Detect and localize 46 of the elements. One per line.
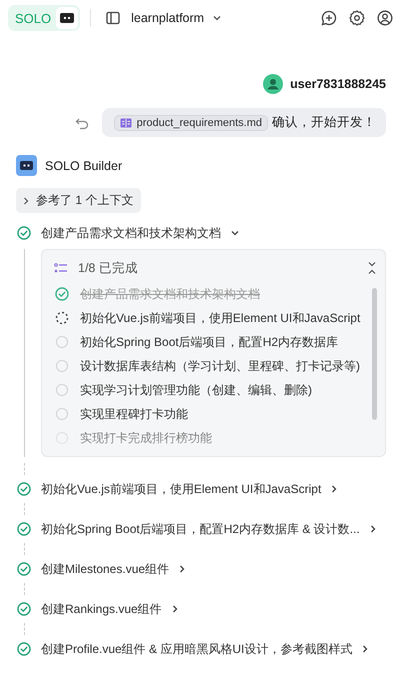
todo-item: 设计数据库表结构（学习计划、里程碑、打卡记录等)	[80, 358, 360, 374]
todo-item: 实现里程碑打卡功能	[80, 406, 188, 422]
chevron-right-icon	[22, 196, 30, 206]
settings-icon[interactable]	[348, 9, 366, 27]
document-icon	[120, 118, 132, 128]
chevron-down-icon	[212, 14, 222, 22]
todo-item: 初始化Vue.js前端项目，使用Element UI和JavaScript	[80, 310, 360, 326]
check-circle-icon	[16, 225, 32, 241]
robot-logo-icon	[16, 155, 37, 176]
check-circle-icon	[16, 481, 32, 497]
collapse-icon[interactable]	[367, 261, 377, 275]
step-title[interactable]: 创建Profile.vue组件 & 应用暗黑风格UI设计，参考截图样式	[41, 640, 352, 658]
robot-icon	[59, 12, 76, 24]
step-title[interactable]: 创建Milestones.vue组件	[41, 560, 170, 578]
empty-circle-icon	[54, 406, 70, 422]
avatar-icon	[263, 74, 284, 94]
step-title[interactable]: 创建产品需求文档和技术架构文档	[41, 224, 221, 242]
step-title[interactable]: 初始化Vue.js前端项目，使用Element UI和JavaScript	[41, 480, 322, 498]
check-circle-icon	[16, 521, 32, 537]
empty-circle-icon	[54, 382, 70, 398]
context-toggle[interactable]: 参考了 1 个上下文	[16, 188, 142, 213]
account-icon[interactable]	[376, 9, 394, 27]
check-circle-icon	[16, 641, 32, 657]
todo-item: 创建产品需求文档和技术架构文档	[80, 286, 260, 302]
step-title[interactable]: 创建Rankings.vue组件	[41, 600, 162, 618]
user-name: user7831888245	[290, 77, 386, 91]
message-text: 确认，开始开发！	[272, 114, 376, 131]
new-chat-icon[interactable]	[320, 9, 338, 27]
check-circle-icon	[16, 601, 32, 617]
todo-item: 实现打卡完成排行榜功能	[80, 430, 212, 446]
empty-circle-icon	[54, 358, 70, 374]
loading-icon	[54, 310, 70, 326]
todo-item: 实现学习计划管理功能（创建、编辑、删除)	[80, 382, 312, 398]
progress-summary: 1/8 已完成	[78, 260, 139, 276]
checklist-icon	[54, 262, 68, 274]
empty-circle-icon	[54, 334, 70, 350]
sidebar-icon[interactable]	[105, 10, 122, 26]
assistant-name: SOLO Builder	[45, 158, 122, 172]
file-attachment[interactable]: product_requirements.md	[114, 114, 268, 130]
scrollbar[interactable]	[372, 288, 377, 420]
check-circle-icon	[54, 286, 70, 302]
project-dropdown[interactable]: learnplatform	[131, 11, 222, 25]
todo-item: 初始化Spring Boot后端项目，配置H2内存数据库	[80, 334, 338, 350]
solo-label: SOLO	[15, 10, 52, 26]
check-circle-icon	[16, 561, 32, 577]
step-title[interactable]: 初始化Spring Boot后端项目，配置H2内存数据库 & 设计数...	[41, 520, 360, 538]
